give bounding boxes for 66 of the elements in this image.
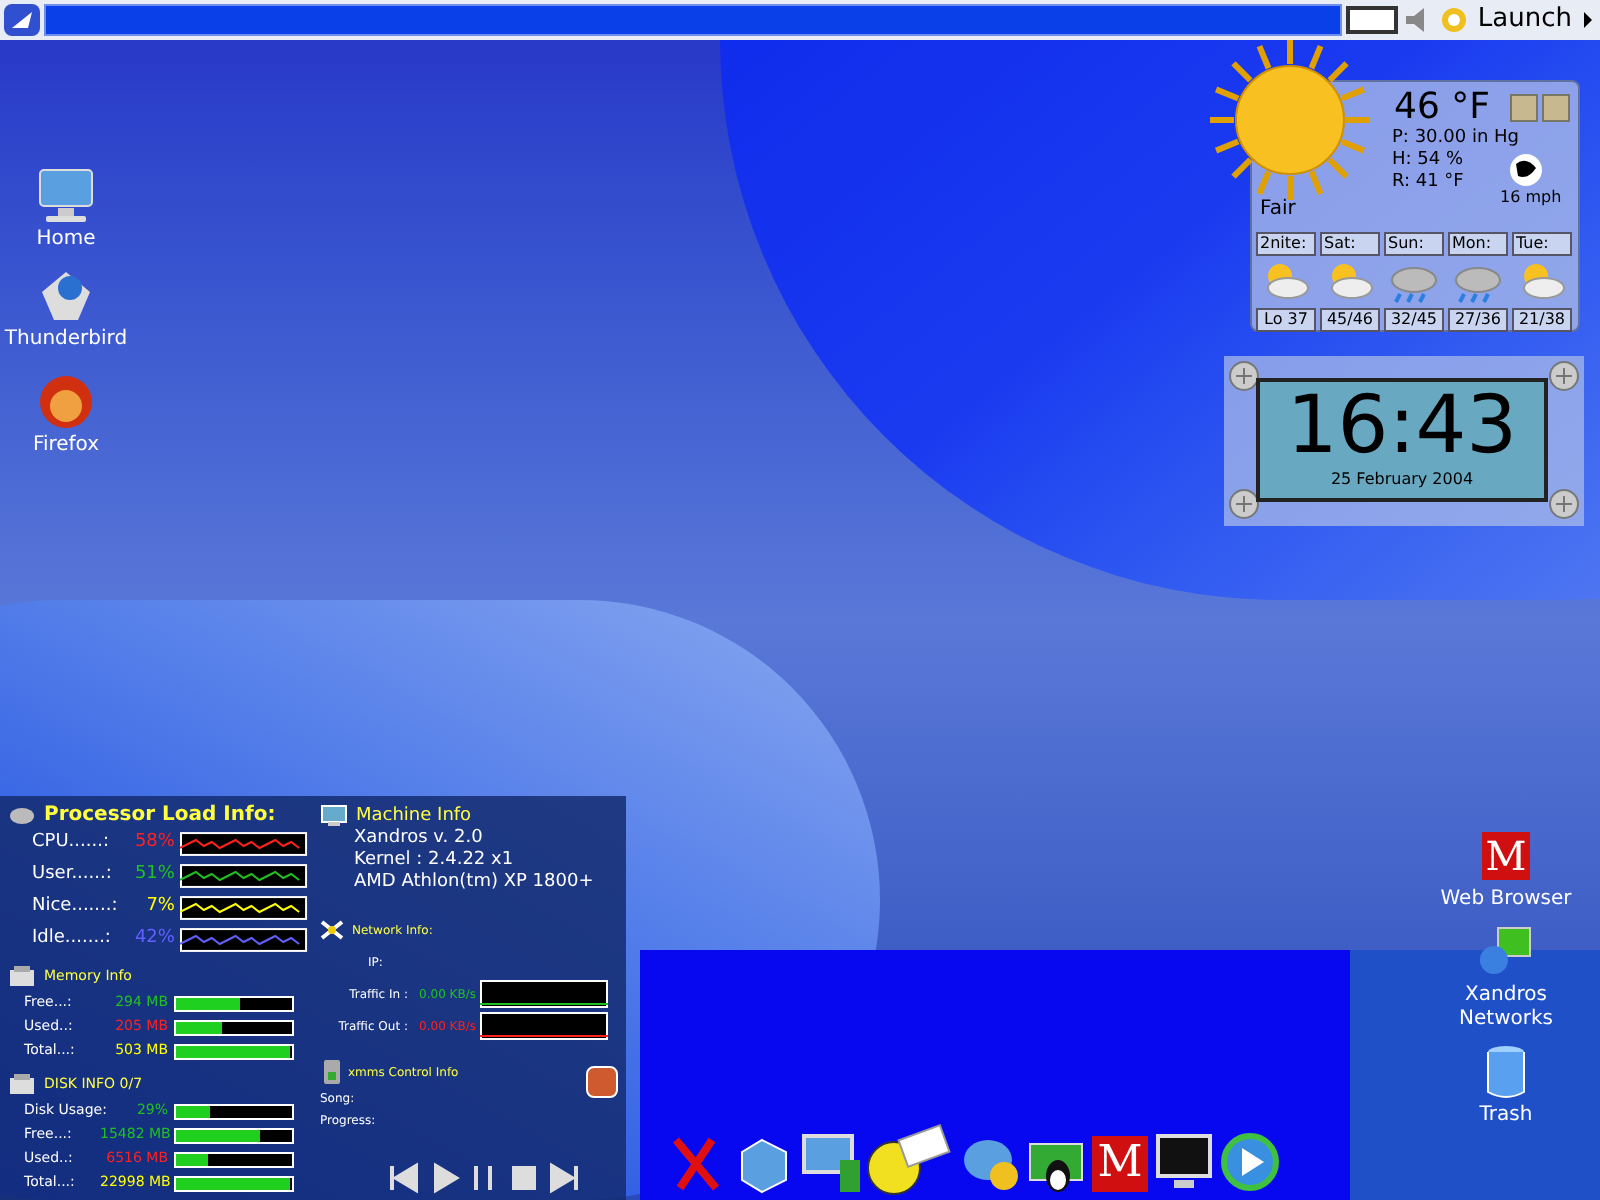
icon-label[interactable]: Xandros Networks: [1424, 984, 1588, 1032]
load-graph: [180, 832, 308, 856]
forecast-day: Mon:: [1448, 232, 1508, 256]
humidity-reading: H: 54 %: [1392, 150, 1466, 172]
forecast-temps: 27/36: [1448, 308, 1508, 332]
traffic-graph: [480, 1012, 608, 1040]
power-button[interactable]: [586, 1066, 618, 1098]
forecast-temps: 21/38: [1512, 308, 1572, 332]
forecast-day: Sun:: [1384, 232, 1444, 256]
menu-button[interactable]: [4, 4, 40, 36]
screw-icon: [1548, 488, 1580, 520]
monitor-icon: [34, 164, 98, 228]
machine-info-line: AMD Athlon(tm) XP 1800+: [354, 872, 594, 894]
cpu-value: 51%: [132, 862, 175, 889]
cpu-value: 58%: [132, 830, 175, 857]
machine-info-line: Kernel : 2.4.22 x1: [354, 850, 516, 872]
cpu-label: Nice.......:: [32, 894, 120, 921]
memory-icon: [8, 964, 36, 988]
previous-icon[interactable]: [388, 1162, 420, 1194]
forecast-temps: Lo 37: [1256, 308, 1316, 332]
screw-icon: [1228, 360, 1260, 392]
weather-condition: Fair: [1260, 198, 1296, 222]
machine-info-line: Xandros v. 2.0: [354, 828, 485, 850]
traffic-graph: [480, 980, 608, 1008]
icon-label[interactable]: Trash: [1479, 1104, 1533, 1128]
play-icon[interactable]: [428, 1162, 460, 1194]
wind-speed: 16 mph: [1500, 188, 1562, 208]
dew-point-reading: R: 41 °F: [1392, 172, 1466, 194]
screw-icon: [1548, 360, 1580, 392]
forecast-day: 2nite:: [1256, 232, 1316, 256]
icon-label[interactable]: Web Browser: [1440, 888, 1572, 912]
logo-icon: M: [1482, 832, 1530, 880]
cpu-label: User......:: [32, 862, 114, 889]
computer-icon[interactable]: [800, 1132, 860, 1196]
forecast-day: Sat:: [1320, 232, 1380, 256]
screw-icon: [1228, 488, 1260, 520]
icon-label[interactable]: Thunderbird: [4, 328, 128, 352]
load-graph: [180, 928, 308, 952]
cpu-label: Idle.......:: [32, 926, 113, 953]
temperature: 46 °F: [1394, 88, 1490, 128]
player-icon: [324, 1060, 340, 1084]
stop-icon[interactable]: [508, 1162, 540, 1194]
clock-time: 16:43: [1286, 382, 1518, 470]
cpu-value: 42%: [132, 926, 175, 953]
clock-date: 25 February 2004: [1330, 470, 1474, 490]
next-icon[interactable]: [548, 1162, 580, 1194]
desktop-pager[interactable]: [1345, 6, 1398, 34]
load-graph: [180, 896, 308, 920]
forecast-temps: 32/45: [1384, 308, 1444, 332]
icon-label[interactable]: Firefox: [32, 434, 100, 458]
launch-button[interactable]: Launch: [1473, 4, 1576, 36]
play-icon[interactable]: [1220, 1132, 1280, 1196]
icon-label[interactable]: Home: [36, 228, 96, 252]
pressure-reading: P: 30.00 in Hg: [1392, 128, 1519, 150]
forecast-day: Tue:: [1512, 232, 1572, 256]
logo-icon[interactable]: M: [1092, 1136, 1148, 1192]
monitor-icon: [320, 804, 348, 828]
cpu-label: CPU......:: [32, 830, 111, 857]
section-title: Processor Load Info:: [44, 804, 276, 828]
wind-icon: [1508, 152, 1544, 188]
forecast-temps: 45/46: [1320, 308, 1380, 332]
pen-icon: [8, 8, 36, 32]
section-title: Machine Info: [356, 804, 472, 828]
cpu-value: 7%: [144, 894, 175, 921]
load-graph: [180, 864, 308, 888]
arrow-icon: [1580, 6, 1596, 34]
